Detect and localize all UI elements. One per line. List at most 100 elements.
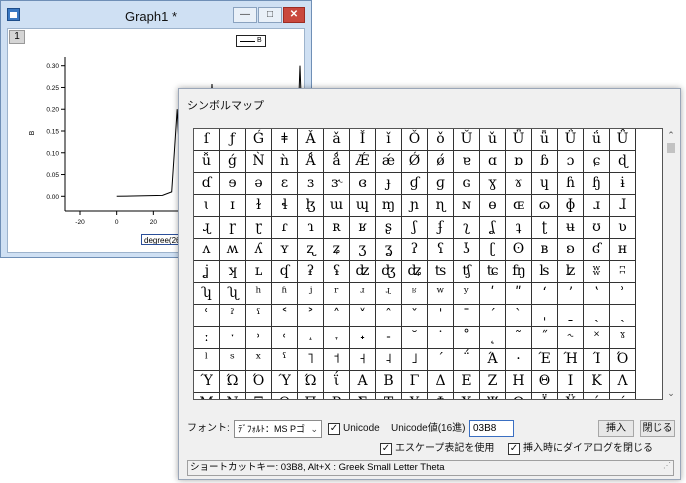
symbol-cell[interactable]: ɛ [272,173,298,195]
symbol-cell[interactable]: ˦ [324,349,350,371]
symbol-cell[interactable]: ˓ [272,327,298,349]
symbol-cell[interactable]: Δ [428,371,454,393]
symbol-cell[interactable]: ɟ [376,173,402,195]
symbol-cell[interactable]: ɓ [532,151,558,173]
symbol-cell[interactable]: ʕ [428,239,454,261]
symbol-cell[interactable]: ɐ [454,151,480,173]
symbol-cell[interactable]: ʯ [220,283,246,305]
symbol-cell[interactable]: Θ [532,371,558,393]
symbol-cell[interactable]: ʤ [376,261,402,283]
symbol-cell[interactable]: Β [376,371,402,393]
symbol-cell[interactable]: ɦ [558,173,584,195]
close-dialog-button[interactable]: 閉じる [640,420,675,437]
symbol-grid-scrollbar[interactable]: ⌃ ⌄ [663,128,679,400]
symbol-cell[interactable]: ɮ [298,195,324,217]
symbol-cell[interactable]: ʅ [454,217,480,239]
symbol-cell[interactable]: ʺ [506,283,532,305]
symbol-cell[interactable]: Ό [610,349,636,371]
graph-title-bar[interactable]: Graph1 * — □ ✕ [1,1,311,31]
symbol-cell[interactable]: ΄ [428,349,454,371]
symbol-cell[interactable]: ʓ [376,239,402,261]
symbol-cell[interactable]: Υ [402,393,428,399]
symbol-cell[interactable]: ʊ [584,217,610,239]
symbol-cell[interactable]: ɘ [220,173,246,195]
chart-legend[interactable]: B [236,35,266,47]
symbol-cell[interactable]: ʿ [194,305,220,327]
unicode-checkbox[interactable]: ✓ [328,423,340,435]
symbol-cell[interactable]: ɣ [480,173,506,195]
symbol-cell[interactable]: ˡ [194,349,220,371]
symbol-cell[interactable]: ɩ [194,195,220,217]
symbol-cell[interactable]: Ώ [220,371,246,393]
symbol-cell[interactable]: ʳ [324,283,350,305]
symbol-cell[interactable]: ǹ [272,151,298,173]
close-on-insert-checkbox[interactable]: ✓ [508,443,520,455]
symbol-cell[interactable]: ˢ [220,349,246,371]
symbol-cell[interactable]: Ζ [480,371,506,393]
symbol-cell[interactable]: ɶ [506,195,532,217]
symbol-cell[interactable]: ɵ [480,195,506,217]
symbol-cell[interactable]: ʂ [376,217,402,239]
symbol-cell[interactable]: ʚ [558,239,584,261]
symbol-cell[interactable]: ˀ [220,305,246,327]
symbol-cell[interactable]: Ǘ [558,129,584,151]
symbol-cell[interactable]: ˅ [350,305,376,327]
symbol-cell[interactable]: ʟ [246,261,272,283]
symbol-cell[interactable]: ˜ [506,327,532,349]
symbol-cell[interactable]: ʷ [428,283,454,305]
symbol-cell[interactable]: ɗ [194,173,220,195]
symbol-cell[interactable]: ˌ [532,305,558,327]
symbol-cell[interactable]: Φ [428,393,454,399]
symbol-cell[interactable]: Ǵ [246,129,272,151]
symbol-cell[interactable]: Ε [454,371,480,393]
symbol-cell[interactable]: ʐ [298,239,324,261]
symbol-cell[interactable]: ˔ [298,327,324,349]
symbol-cell[interactable]: ɼ [220,217,246,239]
symbol-cell[interactable]: ɫ [246,195,272,217]
symbol-cell[interactable]: ʮ [194,283,220,305]
symbol-cell[interactable]: Ώ [298,371,324,393]
symbol-cell[interactable]: Ρ [324,393,350,399]
symbol-cell[interactable]: Ο [272,393,298,399]
insert-button[interactable]: 挿入 [598,420,634,437]
symbol-cell[interactable]: ΐ [324,371,350,393]
symbol-cell[interactable]: ʉ [558,217,584,239]
symbol-cell[interactable]: Ξ [246,393,272,399]
escape-notation-checkbox[interactable]: ✓ [380,443,392,455]
symbol-cell[interactable]: ʝ [194,261,220,283]
symbol-cell[interactable]: Ύ [272,371,298,393]
symbol-cell[interactable]: ˩ [402,349,428,371]
symbol-cell[interactable]: ˟ [584,327,610,349]
symbol-cell[interactable]: Χ [454,393,480,399]
symbol-cell[interactable]: ˑ [220,327,246,349]
symbol-cell[interactable]: ɥ [532,173,558,195]
symbol-cell[interactable]: ɷ [532,195,558,217]
layer-number[interactable]: 1 [9,30,25,44]
symbol-cell[interactable]: ʸ [454,283,480,305]
symbol-cell[interactable]: ˄ [324,305,350,327]
symbol-cell[interactable]: ɳ [428,195,454,217]
symbol-cell[interactable]: ɱ [376,195,402,217]
symbol-cell[interactable]: Ύ [194,371,220,393]
symbol-cell[interactable]: ʙ [532,239,558,261]
symbol-cell[interactable]: ʀ [324,217,350,239]
symbol-cell[interactable]: ǿ [428,151,454,173]
symbol-cell[interactable]: ʽ [584,283,610,305]
symbol-cell[interactable]: ǂ [272,129,298,151]
symbol-cell[interactable]: ˇ [402,305,428,327]
symbol-cell[interactable]: ά [584,393,610,399]
symbol-cell[interactable]: ʨ [480,261,506,283]
symbol-cell[interactable]: ʦ [428,261,454,283]
symbol-cell[interactable]: ɾ [272,217,298,239]
symbol-cell[interactable]: Ǖ [506,129,532,151]
symbol-cell[interactable]: ʹ [480,283,506,305]
symbol-cell[interactable]: Γ [402,371,428,393]
symbol-cell[interactable]: ǽ [376,151,402,173]
scroll-up-icon[interactable]: ⌃ [663,128,679,142]
unicode-value-input[interactable]: 03B8 [469,420,514,437]
symbol-cell[interactable]: ʞ [220,261,246,283]
symbol-cell[interactable]: ƒ [220,129,246,151]
symbol-cell[interactable]: ˋ [506,305,532,327]
symbol-cell[interactable]: ɧ [584,173,610,195]
symbol-cell[interactable]: ʾ [610,283,636,305]
